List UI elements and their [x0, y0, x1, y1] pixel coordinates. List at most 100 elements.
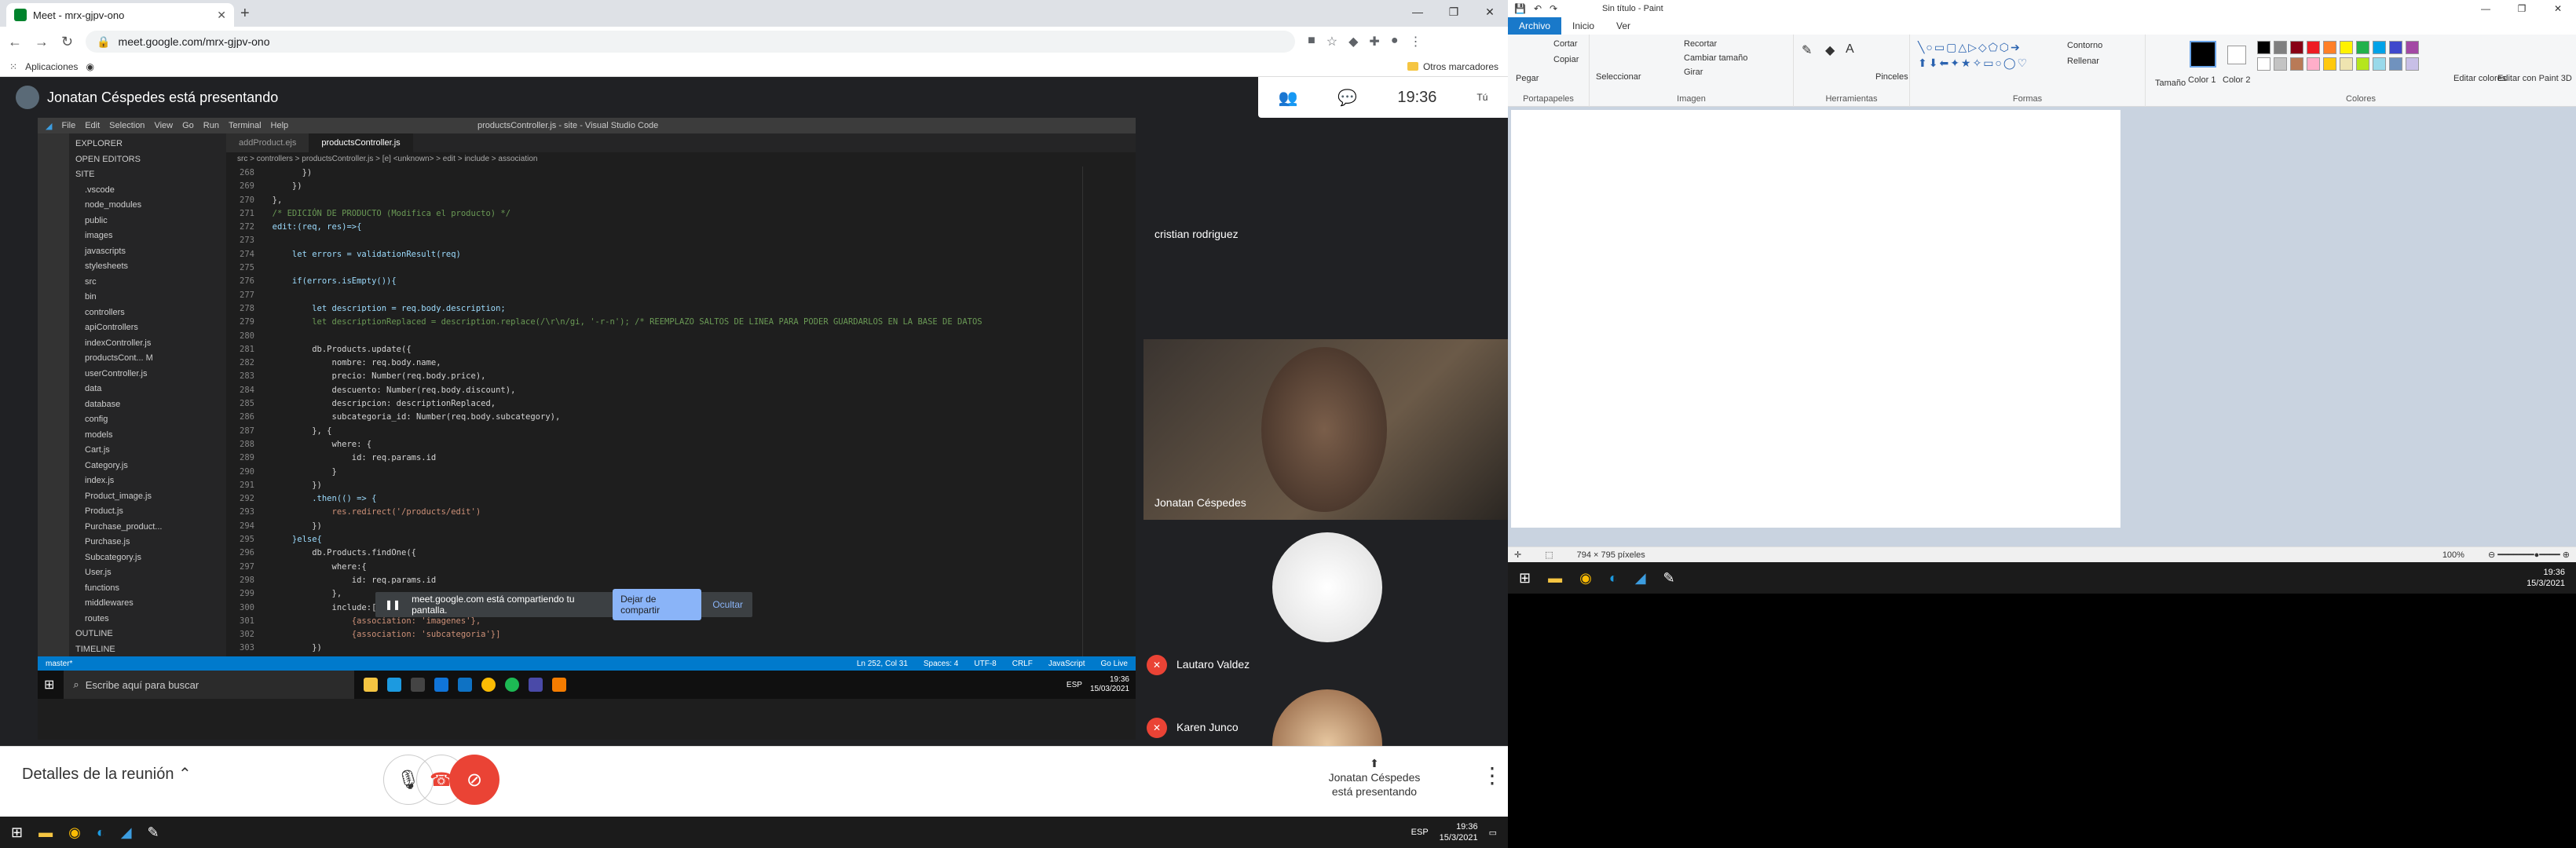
palette-swatch[interactable]: [2356, 41, 2369, 54]
tab-file[interactable]: Archivo: [1508, 17, 1562, 35]
vscode-task-icon[interactable]: ◢: [1635, 570, 1646, 587]
drawing-canvas[interactable]: [1511, 110, 2120, 528]
brushes-button[interactable]: Pinceles: [1875, 72, 1908, 82]
palette-swatch[interactable]: [2389, 57, 2402, 71]
maximize-icon[interactable]: ❐: [1436, 0, 1472, 24]
palette-swatch[interactable]: [2290, 57, 2303, 71]
puzzle-icon[interactable]: ✚: [1369, 34, 1379, 49]
shapes-gallery[interactable]: ╲○▭▢△▷◇⬠⬡➔: [1918, 41, 2022, 54]
windows-icon[interactable]: ⊞: [1519, 570, 1531, 587]
explorer-icon[interactable]: ▬: [1548, 570, 1562, 587]
fill-icon[interactable]: ◆: [1825, 42, 1835, 58]
crop-button[interactable]: Recortar: [1684, 39, 1717, 49]
bookmark-other[interactable]: Otros marcadores: [1423, 61, 1498, 72]
palette-swatch[interactable]: [2257, 41, 2270, 54]
paint3d-button[interactable]: Editar con Paint 3D: [2497, 74, 2572, 83]
palette-swatch[interactable]: [2274, 57, 2287, 71]
save-icon[interactable]: 💾: [1514, 3, 1526, 14]
chrome-icon[interactable]: ◉: [68, 824, 81, 841]
vscode-task-icon[interactable]: ◢: [121, 824, 132, 841]
palette-swatch[interactable]: [2257, 57, 2270, 71]
size-button[interactable]: Tamaño: [2155, 79, 2186, 88]
palette-swatch[interactable]: [2323, 41, 2336, 54]
edge-icon[interactable]: ◐: [97, 824, 105, 841]
undo-icon[interactable]: ↶: [1534, 3, 1542, 14]
explorer-icon[interactable]: ▬: [38, 824, 53, 841]
chrome-icon[interactable]: ◉: [1579, 570, 1592, 587]
palette-swatch[interactable]: [2290, 41, 2303, 54]
back-icon[interactable]: ←: [8, 34, 22, 50]
presenting-note[interactable]: ⬆ Jonatan Céspedes está presentando: [1327, 756, 1422, 799]
group-shapes: ╲○▭▢△▷◇⬠⬡➔ ⬆⬇⬅✦★✧▭○◯♡ Contorno Rellenar …: [1910, 35, 2146, 107]
bookmark-apps[interactable]: Aplicaciones: [25, 61, 78, 72]
more-options-icon[interactable]: ⋮: [1481, 762, 1503, 788]
globe-icon[interactable]: ◉: [86, 61, 93, 72]
vscode-tabs: addProduct.ejs productsController.js: [226, 133, 1136, 152]
palette-swatch[interactable]: [2373, 41, 2386, 54]
notification-icon[interactable]: ▭: [1489, 828, 1497, 838]
chat-icon[interactable]: 💬: [1337, 88, 1357, 108]
resize-button[interactable]: Cambiar tamaño: [1684, 53, 1747, 63]
explorer-item: node_modules: [85, 200, 142, 210]
windows-icon[interactable]: ⊞: [11, 824, 23, 841]
color2-swatch[interactable]: [2227, 46, 2246, 64]
code-text: db.Products.update({: [262, 344, 412, 354]
shared-time: 19:36: [1109, 675, 1129, 684]
new-tab-button[interactable]: +: [240, 5, 250, 23]
palette-swatch[interactable]: [2307, 57, 2320, 71]
camera-icon[interactable]: ■: [1308, 34, 1315, 49]
paint-screen: 💾 ↶ ↷ Sin título - Paint — ❐ ✕ Archivo I…: [1508, 0, 2576, 848]
palette-swatch[interactable]: [2274, 41, 2287, 54]
extension-icon[interactable]: ◆: [1348, 34, 1358, 49]
close-tab-icon[interactable]: ✕: [217, 9, 226, 22]
palette-swatch[interactable]: [2323, 57, 2336, 71]
camera-off-button[interactable]: ⊘: [449, 755, 499, 805]
paste-button[interactable]: Pegar: [1516, 74, 1539, 83]
text-icon[interactable]: A: [1846, 42, 1854, 57]
minimize-icon[interactable]: —: [2468, 0, 2504, 17]
code-line: 296 db.Products.findOne({: [226, 546, 1082, 560]
pencil-icon[interactable]: ✎: [1802, 42, 1812, 58]
palette-swatch[interactable]: [2356, 57, 2369, 71]
palette-swatch[interactable]: [2406, 57, 2419, 71]
close-icon[interactable]: ✕: [2540, 0, 2576, 17]
fill-button[interactable]: Rellenar: [2067, 57, 2099, 66]
select-button[interactable]: Seleccionar: [1596, 72, 1641, 82]
tab-meet[interactable]: Meet - mrx-gjpv-ono ✕: [6, 3, 234, 27]
forward-icon[interactable]: →: [35, 34, 49, 50]
redo-icon[interactable]: ↷: [1550, 3, 1557, 14]
palette-swatch[interactable]: [2340, 57, 2353, 71]
palette-swatch[interactable]: [2389, 41, 2402, 54]
rotate-button[interactable]: Girar: [1684, 68, 1703, 77]
palette-swatch[interactable]: [2340, 41, 2353, 54]
reload-icon[interactable]: ↻: [61, 34, 73, 50]
paint-icon[interactable]: ✎: [1663, 570, 1675, 587]
zoom-slider[interactable]: ⊖ ━━━━━━━●━━━━ ⊕: [2488, 550, 2570, 560]
line-number: 286: [240, 412, 254, 422]
palette-swatch[interactable]: [2373, 57, 2386, 71]
meeting-details[interactable]: Detalles de la reunión ⌃: [22, 764, 192, 784]
tab-home[interactable]: Inicio: [1561, 17, 1605, 35]
palette-swatch[interactable]: [2307, 41, 2320, 54]
vscode-activity-bar: [38, 133, 69, 656]
close-icon[interactable]: ✕: [1472, 0, 1508, 24]
shapes-gallery-row2[interactable]: ⬆⬇⬅✦★✧▭○◯♡: [1918, 57, 2029, 70]
menu-icon[interactable]: ⋮: [1410, 34, 1422, 49]
omnibox[interactable]: 🔒 meet.google.com/mrx-gjpv-ono: [86, 31, 1296, 53]
people-icon[interactable]: 👥: [1279, 88, 1298, 108]
outline-button[interactable]: Contorno: [2067, 41, 2102, 50]
vscode-task-icon: [458, 678, 473, 692]
minimize-icon[interactable]: —: [1400, 0, 1436, 24]
color1-swatch[interactable]: [2190, 41, 2216, 68]
maximize-icon[interactable]: ❐: [2504, 0, 2540, 17]
paint-icon[interactable]: ✎: [148, 824, 159, 841]
tab-view[interactable]: Ver: [1605, 17, 1641, 35]
star-icon[interactable]: ☆: [1326, 34, 1337, 49]
palette-swatch[interactable]: [2406, 41, 2419, 54]
profile-icon[interactable]: ●: [1391, 34, 1399, 49]
cut-button[interactable]: Cortar: [1553, 39, 1578, 49]
system-tray: ESP 19:36 15/3/2021 ▭: [1411, 821, 1497, 843]
bookmarks-bar: ⁙ Aplicaciones ◉ Otros marcadores: [0, 57, 1508, 77]
copy-button[interactable]: Copiar: [1553, 55, 1579, 64]
edge-icon[interactable]: ◐: [1609, 570, 1618, 587]
